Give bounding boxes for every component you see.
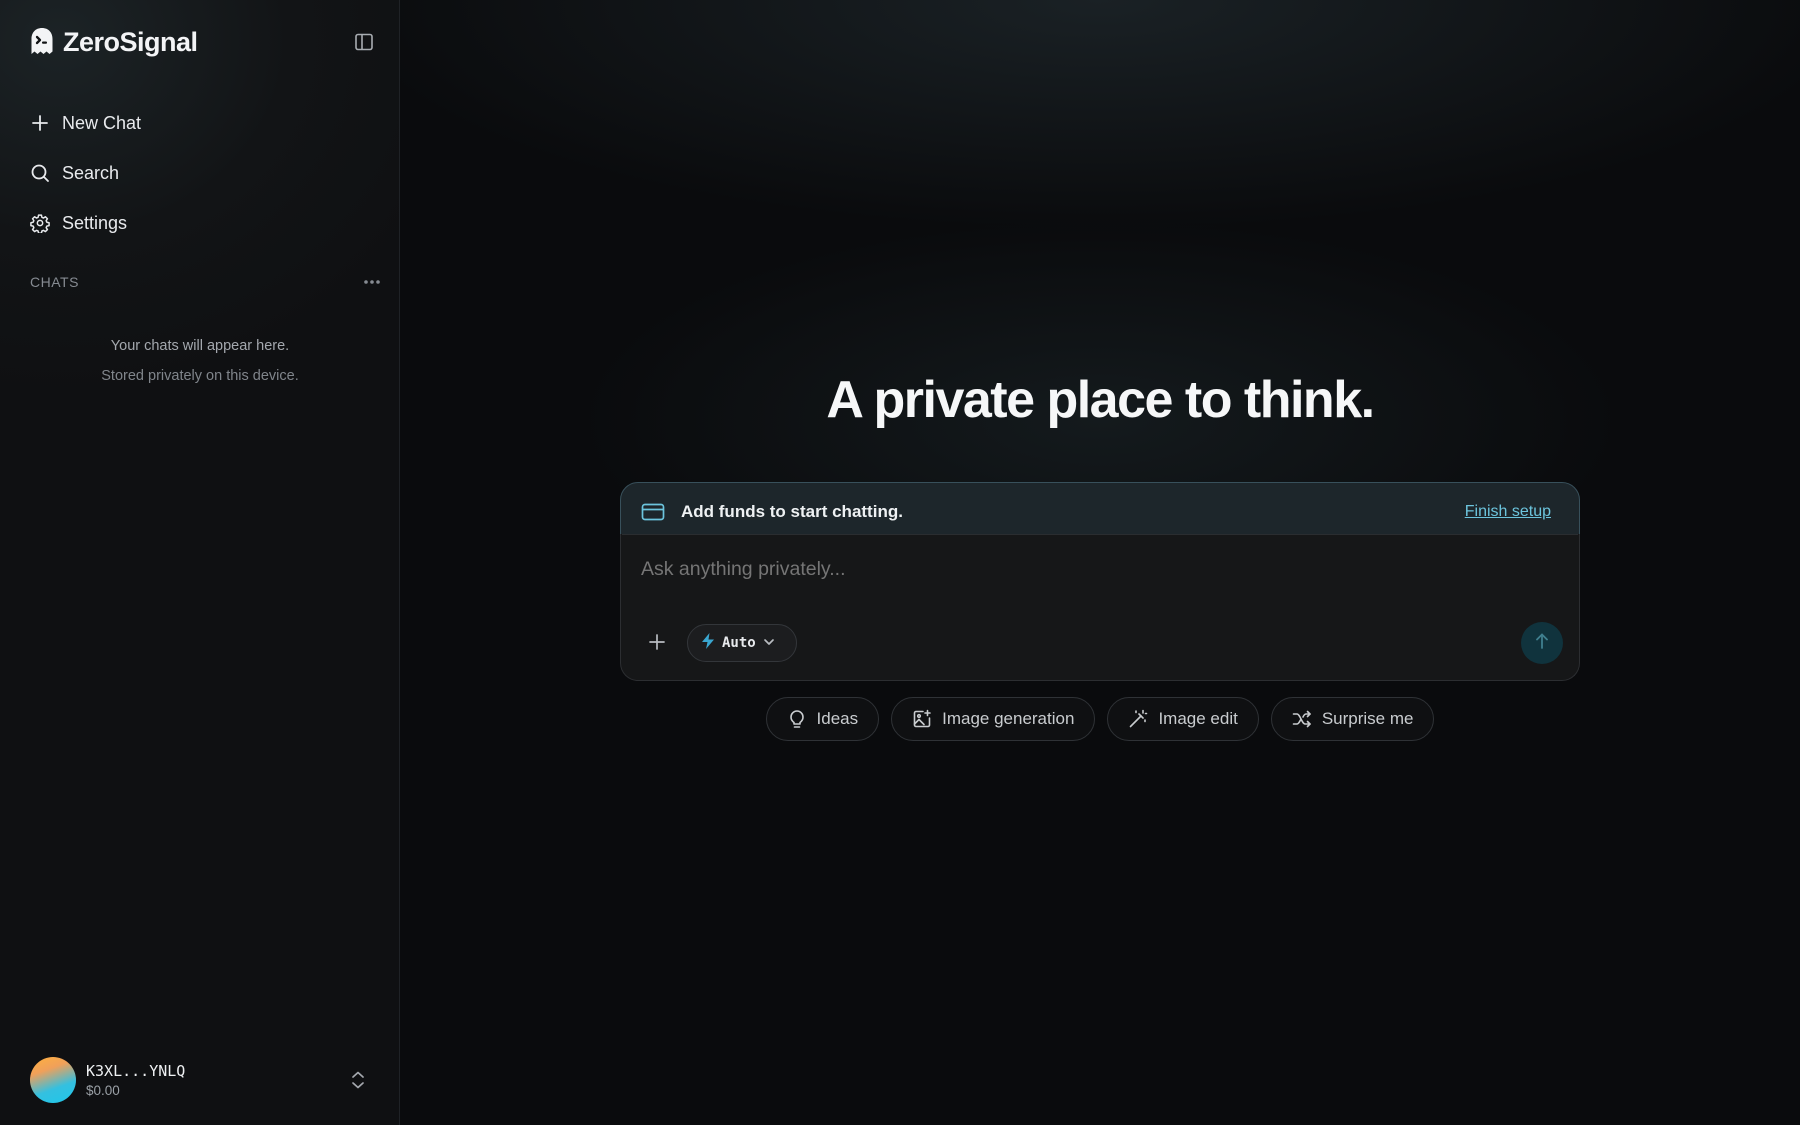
credit-card-icon [641,500,665,524]
sidebar-item-new-chat[interactable]: New Chat [30,98,370,148]
message-input[interactable] [641,558,1541,581]
lightning-icon [700,632,716,655]
composer: Add funds to start chatting. Finish setu… [620,482,1580,681]
suggestion-label: Ideas [816,709,859,728]
app-name: ZeroSignal [63,26,198,57]
lightbulb-icon [787,709,807,729]
empty-chats-subtext: Stored privately on this device. [101,368,299,384]
ghost-logo-icon [30,27,54,57]
main-area: A private place to think. Add funds to s… [400,0,1800,1125]
funding-message: Add funds to start chatting. [681,502,903,521]
sidebar: ZeroSignal New Chat Search Settings CHAT… [0,0,400,1125]
attach-plus-icon[interactable] [643,628,671,656]
sidebar-nav: New Chat Search Settings [30,98,370,248]
send-button[interactable] [1521,622,1563,664]
arrow-up-icon [1534,632,1550,655]
chevron-down-icon [762,634,776,652]
avatar [30,1057,76,1103]
suggestion-ideas-button[interactable]: Ideas [765,697,880,741]
model-label: Auto [722,635,756,651]
message-input-box: Auto [620,534,1580,681]
gear-icon [30,213,50,233]
app-window: ZeroSignal New Chat Search Settings CHAT… [0,0,1800,1125]
suggestion-label: Surprise me [1321,709,1414,728]
more-options-icon[interactable] [362,272,382,292]
search-icon [30,163,50,183]
suggestion-image-generation-button[interactable]: Image generation [891,697,1096,741]
suggestion-label: Image generation [942,709,1075,728]
chevron-up-down-icon[interactable] [346,1068,370,1092]
chats-label: CHATS [30,274,79,290]
page-title: A private place to think. [826,371,1375,429]
finish-setup-link[interactable]: Finish setup [1465,503,1551,521]
suggestion-label: Image edit [1158,709,1238,728]
account-balance: $0.00 [86,1083,120,1098]
suggestion-image-edit-button[interactable]: Image edit [1107,697,1259,741]
sidebar-item-label: Settings [62,212,128,233]
image-sparkle-icon [912,709,932,729]
shuffle-icon [1292,709,1312,729]
model-selector[interactable]: Auto [687,624,797,662]
chats-section-header: CHATS [30,272,382,292]
brand[interactable]: ZeroSignal [30,26,198,58]
sidebar-item-settings[interactable]: Settings [30,198,370,248]
empty-chats-message: Your chats will appear here. [110,338,290,354]
account-switcher[interactable]: K3XL...YNLQ $0.00 [30,1057,370,1103]
plus-icon [30,113,50,133]
magic-wand-icon [1128,709,1148,729]
sidebar-item-label: Search [62,162,120,183]
account-id: K3XL...YNLQ [86,1062,186,1080]
sidebar-item-label: New Chat [62,112,142,133]
suggestion-chips: Ideas Image generation Image edit Surpri… [400,697,1800,741]
sidebar-item-search[interactable]: Search [30,148,370,198]
account-info: K3XL...YNLQ $0.00 [86,1062,185,1098]
suggestion-surprise-me-button[interactable]: Surprise me [1270,697,1435,741]
sidebar-toggle-icon[interactable] [352,30,376,54]
